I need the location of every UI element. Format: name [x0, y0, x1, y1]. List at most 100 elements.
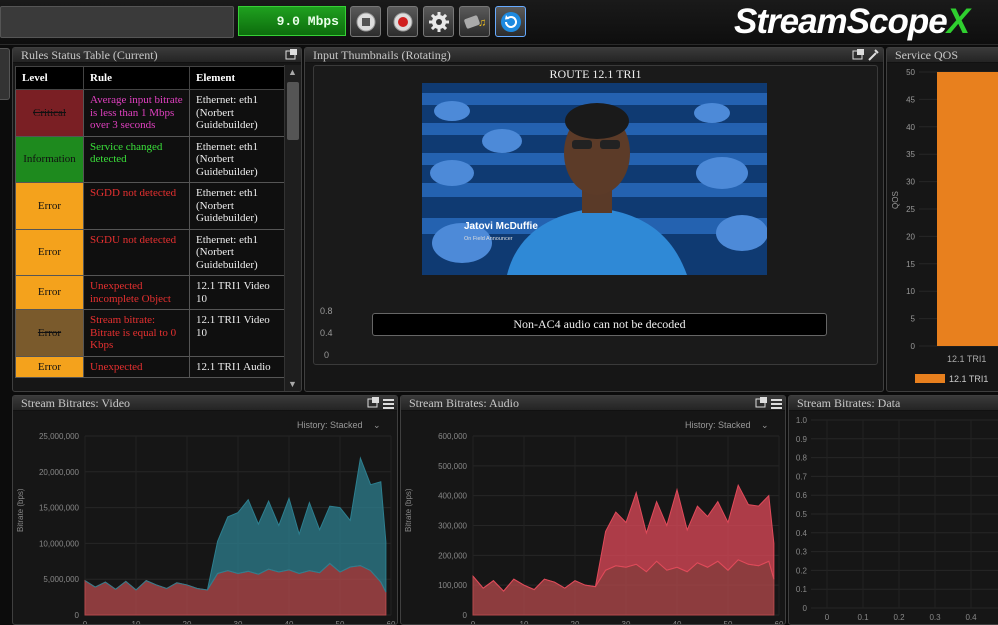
y-tick-label: 0.9 — [796, 435, 808, 444]
qos-bar[interactable] — [937, 72, 998, 346]
rule-row[interactable]: Error SGDU not detected Ethernet: eth1 (No… — [15, 228, 286, 276]
popout-icon[interactable] — [852, 49, 865, 61]
media-icon: ♫ — [463, 14, 486, 29]
chevron-down-icon: ⌄ — [761, 420, 769, 430]
y-tick-label: 25,000,000 — [39, 432, 80, 441]
gear-icon — [428, 11, 449, 32]
scroll-thumb[interactable] — [287, 82, 299, 140]
y-tick-label: 15,000,000 — [39, 504, 80, 513]
rules-table: Level Rule Element Critical Average input… — [15, 66, 286, 378]
level-cell: Error — [15, 355, 84, 378]
y-tick-label: 200,000 — [438, 551, 467, 560]
y-tick-label: 0.8 — [796, 454, 808, 463]
axis-tick: 0 — [324, 350, 330, 360]
x-tick-label: 0.4 — [965, 613, 977, 622]
video-bitrate-chart: 25,000,000 20,000,000 15,000,000 10,000,000… — [16, 432, 396, 625]
rule-cell: SGDD not detected — [83, 182, 190, 230]
y-tick-label: 0.7 — [796, 472, 808, 481]
column-header-level[interactable]: Level — [15, 66, 84, 90]
column-header-rule[interactable]: Rule — [83, 66, 190, 90]
y-tick-label: 600,000 — [438, 432, 467, 441]
x-tick-label: 0 — [471, 620, 476, 625]
x-tick-label: 30 — [234, 620, 243, 625]
top-toolbar: 9.0 Mbps ♫ StreamScopeX — [0, 0, 998, 45]
element-cell: Ethernet: eth1 (Norbert Guidebuilder) — [189, 228, 286, 276]
y-tick-label: 0.6 — [796, 491, 808, 500]
x-tick-label: 20 — [183, 620, 192, 625]
y-tick-label: 20,000,000 — [39, 468, 80, 477]
rule-cell: Stream bitrate: Bitrate is equal to 0 Kb… — [83, 309, 190, 357]
input-thumbnails-panel: Input Thumbnails (Rotating) ROUTE 12.1 T… — [304, 47, 884, 392]
qos-tick-label: 20 — [906, 232, 915, 241]
y-tick-label: 10,000,000 — [39, 539, 80, 548]
legend-label: 12.1 TRI1 — [949, 374, 988, 384]
video-thumbnail[interactable]: Jatovi McDuffie On Field Announcer — [422, 83, 767, 275]
stop-icon — [356, 12, 375, 31]
rule-row[interactable]: Information Service changed detected Ether… — [15, 135, 286, 183]
lower-third-role: On Field Announcer — [464, 236, 513, 242]
level-cell: Error — [15, 275, 84, 310]
panel-title: Stream Bitrates: Data — [789, 396, 998, 411]
tools-icon[interactable] — [867, 49, 880, 61]
rule-row[interactable]: Error Unexpected incomplete Object 12.1 TR… — [15, 275, 286, 310]
popout-icon[interactable] — [367, 397, 380, 409]
y-tick-label: 0.1 — [796, 585, 808, 594]
element-cell: Ethernet: eth1 (Norbert Guidebuilder) — [189, 135, 286, 183]
audio-bitrate-panel: Stream Bitrates: Audio 600,000 500,000 400… — [400, 395, 786, 625]
menu-icon[interactable] — [770, 397, 783, 409]
media-button[interactable]: ♫ — [459, 6, 490, 37]
element-cell: 12.1 TRI1 Video 10 — [189, 309, 286, 357]
scroll-up-icon[interactable]: ▲ — [288, 67, 297, 77]
level-cell: Information — [15, 135, 84, 183]
y-tick-label: 0 — [463, 611, 468, 620]
qos-tick-label: 10 — [906, 287, 915, 296]
column-header-element[interactable]: Element — [189, 66, 286, 90]
level-cell: Error — [15, 309, 84, 357]
qos-tick-label: 45 — [906, 95, 915, 104]
scroll-down-icon[interactable]: ▼ — [288, 379, 297, 389]
rules-scrollbar[interactable]: ▲ ▼ — [284, 65, 301, 391]
qos-tick-label: 30 — [906, 178, 915, 187]
x-tick-label: 10 — [520, 620, 529, 625]
service-qos-panel: Service QOS 50 45 40 35 30 25 20 15 10 5 0 QOS 12.… — [886, 47, 998, 392]
record-button[interactable] — [387, 6, 418, 37]
lower-third-name: Jatovi McDuffie — [464, 221, 538, 232]
panel-title: Stream Bitrates: Audio — [401, 396, 785, 411]
svg-text:♫: ♫ — [478, 17, 486, 29]
stop-button[interactable] — [350, 6, 381, 37]
rule-row[interactable]: Critical Average input bitrate is less th… — [15, 89, 286, 137]
rule-row[interactable]: Error SGDD not detected Ethernet: eth1 (No… — [15, 182, 286, 230]
qos-chart: 50454035302520151050 QOS 12.1 TRI1 12.1 … — [891, 68, 998, 384]
audio-decode-message: Non-AC4 audio can not be decoded — [372, 313, 827, 336]
qos-xlabel: 12.1 TRI1 — [947, 354, 986, 364]
x-tick-label: 50 — [724, 620, 733, 625]
x-tick-label: 0.2 — [893, 613, 905, 622]
y-tick-label: 300,000 — [438, 522, 467, 531]
y-tick-label: 400,000 — [438, 492, 467, 501]
level-cell: Critical — [15, 89, 84, 137]
series-area-1[interactable] — [84, 456, 387, 593]
stream-selector[interactable] — [0, 6, 234, 38]
qos-tick-label: 40 — [906, 123, 915, 132]
qos-ylabel: QOS — [891, 191, 900, 209]
history-select[interactable]: History: Stacked ⌄ — [297, 420, 381, 431]
x-tick-label: 60 — [775, 620, 784, 625]
thumbnail-frame: ROUTE 12.1 TRI1 Jatovi McDuffie On Field… — [313, 65, 878, 365]
rules-status-panel: Rules Status Table (Current) Level Rule … — [12, 47, 302, 392]
refresh-button[interactable] — [495, 6, 526, 37]
popout-icon[interactable] — [755, 397, 768, 409]
x-tick-label: 40 — [285, 620, 294, 625]
y-tick-label: 1.0 — [796, 416, 808, 425]
rule-row[interactable]: Error Unexpected 12.1 TRI1 Audio — [15, 355, 286, 378]
y-tick-label: 0.2 — [796, 566, 808, 575]
side-drawer-handle[interactable] — [0, 48, 10, 100]
settings-button[interactable] — [423, 6, 454, 37]
y-axis-label: Bitrate (bps) — [404, 488, 413, 532]
y-tick-label: 0 — [75, 611, 80, 620]
menu-icon[interactable] — [382, 397, 395, 409]
history-select[interactable]: History: Stacked ⌄ — [685, 420, 769, 431]
element-cell: Ethernet: eth1 (Norbert Guidebuilder) — [189, 182, 286, 230]
rule-row[interactable]: Error Stream bitrate: Bitrate is equal to… — [15, 309, 286, 357]
legend-swatch — [915, 374, 945, 383]
popout-icon[interactable] — [285, 49, 298, 61]
